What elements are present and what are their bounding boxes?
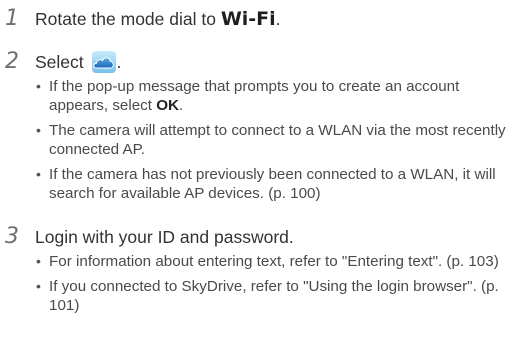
note-text: If you connected to SkyDrive, refer to "… — [49, 278, 499, 314]
step-1-number: 1 — [5, 6, 19, 31]
bullet-dot: • — [36, 278, 41, 294]
bullet-dot: • — [36, 166, 41, 182]
note-text: The camera will attempt to connect to a … — [49, 122, 506, 158]
list-item: • If the pop-up message that prompts you… — [0, 77, 516, 115]
wifi-mode-label: Wi-Fi — [220, 8, 276, 30]
list-item: • For information about entering text, r… — [0, 252, 516, 271]
note-suffix: . — [179, 97, 184, 114]
ok-label: OK — [156, 97, 179, 114]
bullet-dot: • — [36, 253, 41, 269]
list-item: • If the camera has not previously been … — [0, 165, 516, 203]
step-2-suffix: . — [116, 52, 122, 72]
step-3-notes: • For information about entering text, r… — [0, 252, 516, 315]
step-1-text: Rotate the mode dial to Wi-Fi. — [35, 7, 281, 31]
bullet-dot: • — [36, 122, 41, 138]
list-item: • The camera will attempt to connect to … — [0, 121, 516, 159]
step-2-text: Select . — [35, 50, 121, 74]
step-1-suffix: . — [275, 9, 281, 29]
step-2: 2 Select . • If the pop-up message that … — [0, 47, 516, 209]
note-text: If the pop-up message that prompts you t… — [49, 78, 460, 114]
instruction-page: 1 Rotate the mode dial to Wi-Fi. 2 Selec… — [0, 0, 516, 354]
bullet-dot: • — [36, 78, 41, 94]
step-3-heading: 3 Login with your ID and password. — [0, 222, 516, 252]
skydrive-cloud-icon — [91, 50, 117, 74]
step-2-number: 2 — [5, 49, 19, 74]
step-2-notes: • If the pop-up message that prompts you… — [0, 77, 516, 203]
step-2-heading: 2 Select . — [0, 47, 516, 77]
step-1-instruction: Rotate the mode dial to — [35, 9, 221, 29]
step-2-instruction: Select — [35, 52, 89, 72]
list-item: • If you connected to SkyDrive, refer to… — [0, 277, 516, 315]
note-text: If the camera has not previously been co… — [49, 166, 496, 202]
step-3-number: 3 — [5, 224, 19, 249]
step-3-text: Login with your ID and password. — [35, 227, 294, 247]
note-text: For information about entering text, ref… — [49, 253, 499, 270]
step-3: 3 Login with your ID and password. • For… — [0, 222, 516, 321]
